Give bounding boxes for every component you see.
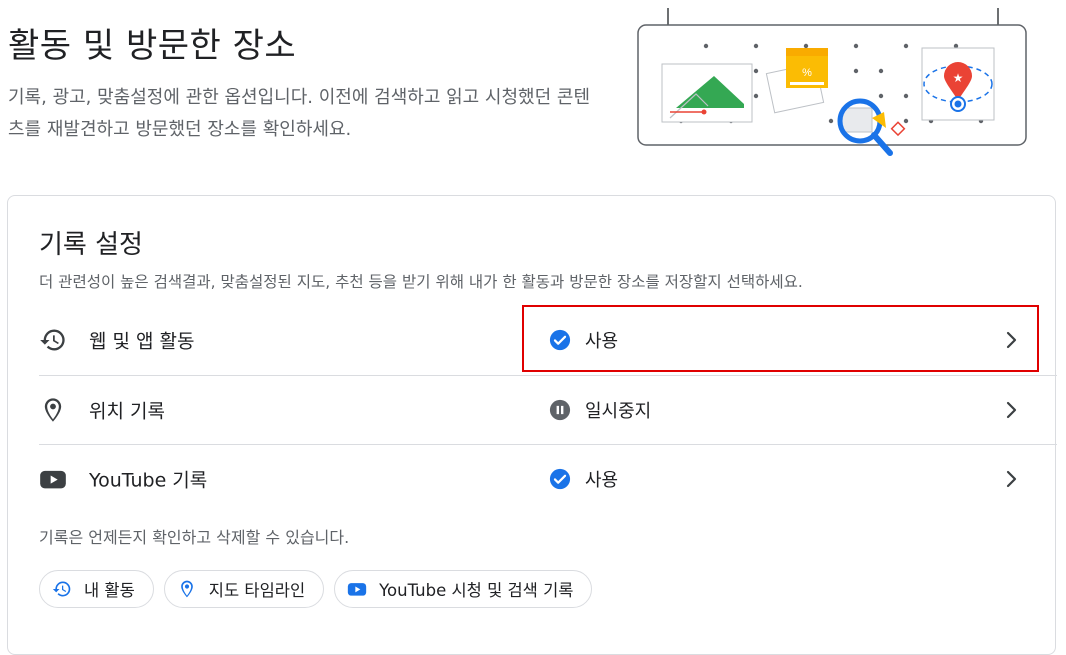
- chevron-right-icon[interactable]: [999, 398, 1023, 422]
- web-app-activity-label: 웹 및 앱 활동: [89, 330, 195, 353]
- chip-label: 지도 타임라인: [208, 581, 306, 600]
- my-activity-chip[interactable]: 내 활동: [39, 570, 154, 608]
- location-pin-icon: [44, 398, 62, 422]
- location-history-row[interactable]: 위치 기록 일시중지: [39, 375, 1057, 444]
- maps-timeline-chip[interactable]: 지도 타임라인: [163, 570, 325, 608]
- page-description: 기록, 광고, 맞춤설정에 관한 옵션입니다. 이전에 검색하고 읽고 시청했던…: [8, 87, 591, 140]
- history-note: 기록은 언제든지 확인하고 삭제할 수 있습니다.: [39, 528, 350, 547]
- location-pin-icon: [180, 580, 193, 598]
- youtube-icon: [347, 583, 367, 596]
- history-icon: [40, 329, 65, 351]
- status-text: 사용: [585, 470, 619, 491]
- history-settings-title: 기록 설정: [39, 230, 143, 260]
- web-app-activity-row[interactable]: 웹 및 앱 활동 사용: [39, 306, 1057, 374]
- status-text: 일시중지: [585, 401, 652, 422]
- pause-circle-icon: [549, 399, 571, 421]
- history-chips: 내 활동 지도 타임라인 YouTube 시청 및 검색 기록: [39, 570, 593, 608]
- check-circle-icon: [549, 329, 571, 351]
- location-history-status: 일시중지: [549, 397, 651, 423]
- check-circle-icon: [549, 468, 571, 490]
- location-history-label: 위치 기록: [89, 400, 165, 423]
- youtube-icon: [40, 470, 66, 489]
- chip-label: 내 활동: [84, 581, 135, 600]
- chip-label: YouTube 시청 및 검색 기록: [379, 581, 574, 600]
- youtube-history-label: YouTube 기록: [89, 469, 208, 492]
- activity-illustration: % ★: [637, 8, 1027, 156]
- youtube-history-chip[interactable]: YouTube 시청 및 검색 기록: [334, 570, 593, 608]
- chevron-right-icon[interactable]: [999, 328, 1023, 352]
- web-app-activity-status: 사용: [549, 327, 618, 353]
- status-text: 사용: [585, 331, 619, 352]
- svg-text:%: %: [802, 67, 812, 79]
- youtube-history-row[interactable]: YouTube 기록 사용: [39, 444, 1057, 513]
- page-title: 활동 및 방문한 장소: [8, 26, 297, 66]
- youtube-history-status: 사용: [549, 466, 618, 492]
- history-settings-subtitle: 더 관련성이 높은 검색결과, 맞춤설정된 지도, 추천 등을 받기 위해 내가…: [39, 273, 803, 291]
- history-icon: [52, 581, 71, 597]
- history-settings-card: 기록 설정 더 관련성이 높은 검색결과, 맞춤설정된 지도, 추천 등을 받기…: [7, 195, 1057, 655]
- chevron-right-icon[interactable]: [999, 467, 1023, 491]
- svg-text:★: ★: [953, 71, 964, 85]
